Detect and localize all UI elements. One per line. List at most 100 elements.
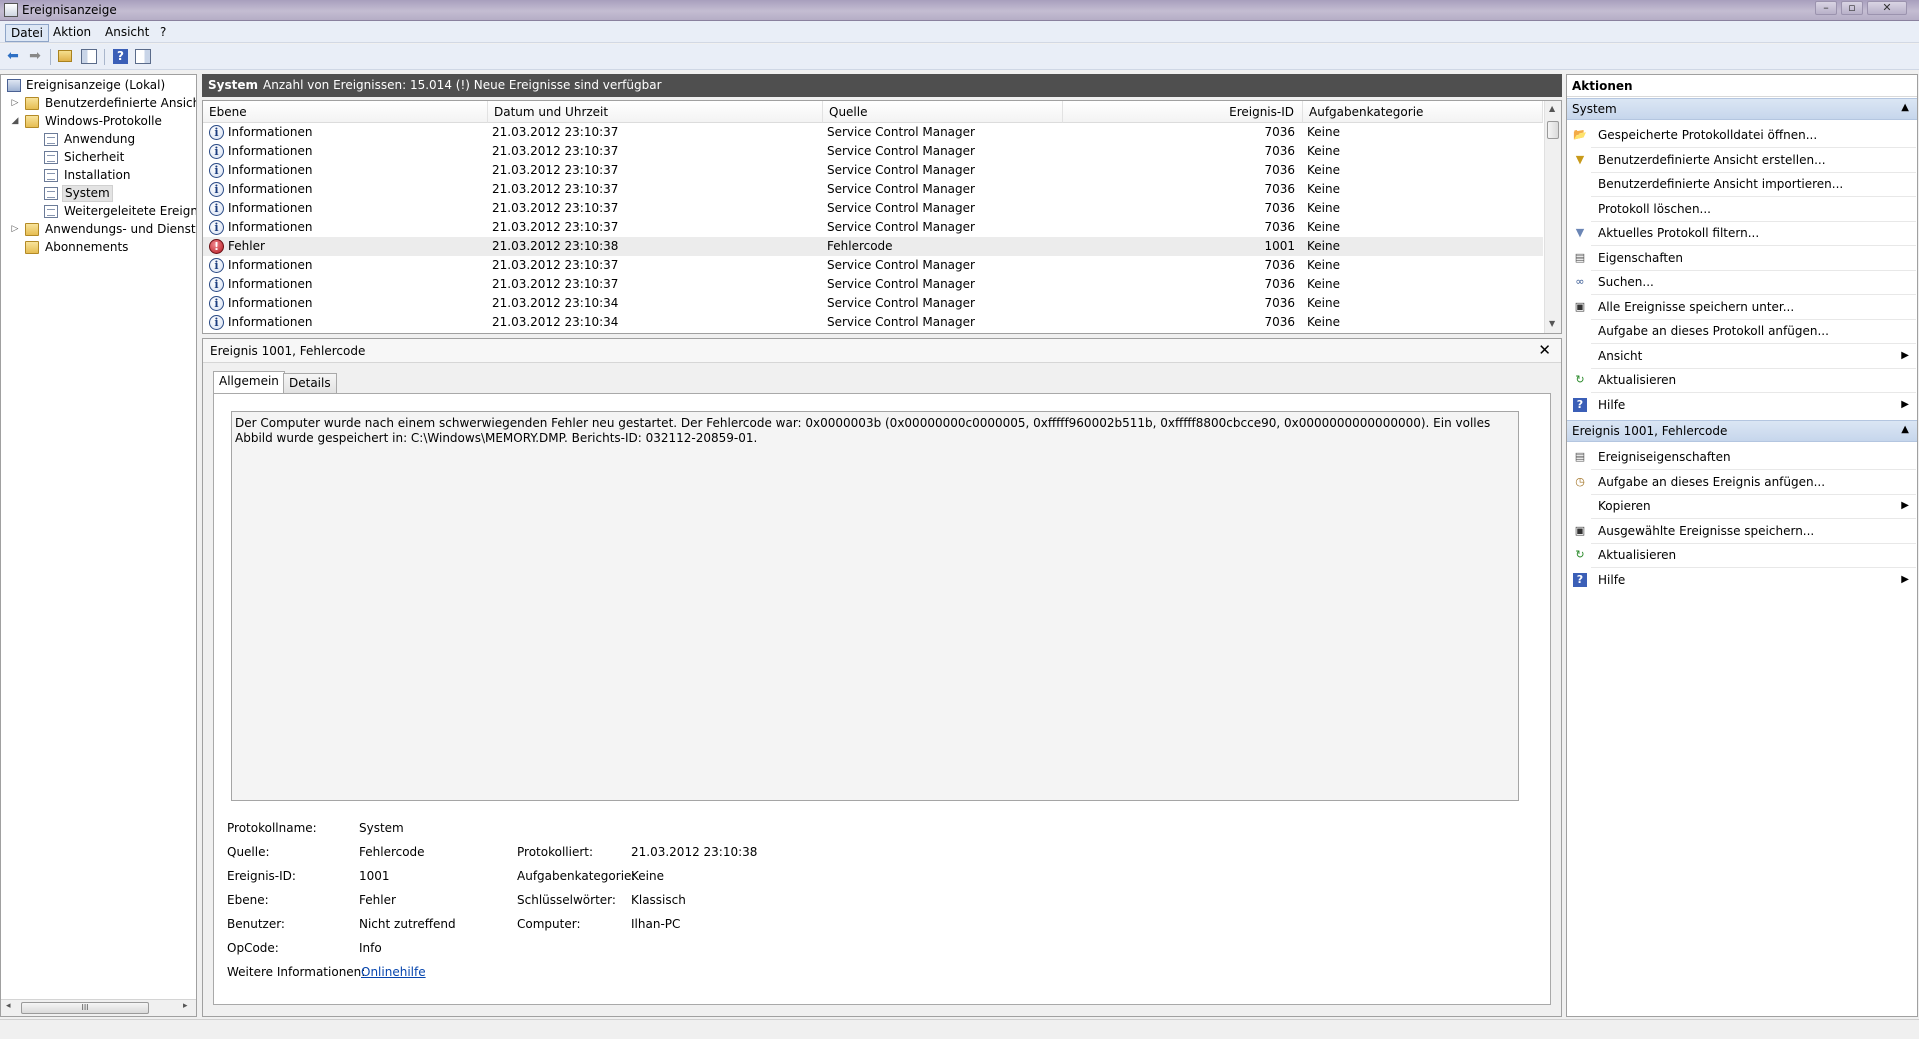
actions-header: Aktionen — [1567, 75, 1917, 97]
tree-log-installation[interactable]: Installation — [1, 167, 196, 184]
cell-level: Informationen — [228, 163, 313, 177]
action-item[interactable]: Aufgabe an dieses Protokoll anfügen... — [1567, 319, 1917, 343]
action-item[interactable]: ↻ Aktualisieren — [1567, 543, 1917, 567]
save-icon: ▣ — [1574, 299, 1586, 313]
col-header-datetime[interactable]: Datum und Uhrzeit — [488, 101, 823, 123]
menu-datei[interactable]: Datei — [5, 24, 50, 42]
table-row[interactable]: i Informationen 21.03.2012 23:10:37 Service… — [203, 275, 1543, 294]
tree-log-sicherheit[interactable]: Sicherheit — [1, 149, 196, 166]
show-hide-tree-icon[interactable] — [80, 48, 98, 66]
scroll-down-icon[interactable]: ▼ — [1549, 319, 1555, 328]
table-row[interactable]: ! Fehler 21.03.2012 23:10:38 Fehlercode 1001… — [203, 237, 1543, 256]
col-header-level[interactable]: Ebene — [203, 101, 488, 123]
menu-ansicht[interactable]: Ansicht — [100, 24, 154, 40]
action-item[interactable]: ▤ Ereigniseigenschaften — [1567, 445, 1917, 469]
collapse-up-icon[interactable]: ▲ — [1901, 102, 1909, 113]
tree-windows-logs[interactable]: ◢ Windows-Protokolle — [1, 113, 196, 130]
section-label: Ereignis 1001, Fehlercode — [1572, 424, 1728, 438]
action-item[interactable]: ▼ Benutzerdefinierte Ansicht erstellen... — [1567, 148, 1917, 172]
actions-section-system[interactable]: System ▲ — [1567, 98, 1917, 120]
submenu-arrow-icon: ▶ — [1901, 398, 1909, 410]
scroll-thumb[interactable] — [1547, 121, 1559, 139]
tree-custom-views[interactable]: ▷ Benutzerdefinierte Ansichten — [1, 95, 196, 112]
close-window-button[interactable]: ✕ — [1867, 1, 1907, 15]
table-row[interactable]: i Informationen 21.03.2012 23:10:34 Service… — [203, 313, 1543, 332]
tab-allgemein[interactable]: Allgemein — [213, 371, 285, 394]
tab-general-body: Der Computer wurde nach einem schwerwieg… — [213, 393, 1551, 1005]
cell-source: Service Control Manager — [827, 163, 975, 177]
cell-level: Informationen — [228, 144, 313, 158]
tab-details[interactable]: Details — [283, 373, 337, 393]
table-row[interactable]: i Informationen 21.03.2012 23:10:37 Service… — [203, 180, 1543, 199]
error-icon: ! — [209, 239, 224, 254]
action-item[interactable]: ▣ Alle Ereignisse speichern unter... — [1567, 295, 1917, 319]
action-item[interactable]: 📂 Gespeicherte Protokolldatei öffnen... — [1567, 123, 1917, 147]
table-row[interactable]: i Informationen 21.03.2012 23:10:37 Service… — [203, 218, 1543, 237]
col-header-task-category[interactable]: Aufgabenkategorie — [1303, 101, 1543, 123]
up-folder-icon[interactable] — [56, 48, 74, 66]
table-row[interactable]: i Informationen 21.03.2012 23:10:37 Service… — [203, 256, 1543, 275]
show-hide-actions-icon[interactable] — [134, 48, 152, 66]
cell-source: Service Control Manager — [827, 315, 975, 329]
expand-arrow-icon[interactable]: ▷ — [10, 221, 20, 238]
forward-arrow-icon[interactable]: ➡ — [26, 48, 44, 66]
cell-event-id: 7036 — [1264, 277, 1295, 291]
action-item[interactable]: ▤ Eigenschaften — [1567, 246, 1917, 270]
tree-horizontal-scrollbar[interactable]: ◂ III ▸ — [1, 999, 196, 1016]
event-description[interactable]: Der Computer wurde nach einem schwerwieg… — [231, 411, 1519, 801]
online-help-link[interactable]: Onlinehilfe — [361, 965, 426, 979]
scroll-thumb[interactable]: III — [21, 1002, 149, 1014]
action-item[interactable]: Protokoll löschen... — [1567, 197, 1917, 221]
maximize-button[interactable]: ▫ — [1841, 1, 1863, 15]
action-item[interactable]: ∞ Suchen... — [1567, 270, 1917, 294]
grid-vertical-scrollbar[interactable]: ▲ ▼ — [1544, 101, 1561, 333]
menu-help[interactable]: ? — [155, 24, 171, 40]
minimize-button[interactable]: – — [1815, 1, 1837, 15]
table-row[interactable]: i Informationen 21.03.2012 23:10:37 Service… — [203, 142, 1543, 161]
expand-arrow-icon[interactable]: ▷ — [10, 95, 20, 112]
log-icon — [44, 187, 58, 200]
action-item[interactable]: Ansicht ▶ — [1567, 344, 1917, 368]
actions-section-event[interactable]: Ereignis 1001, Fehlercode ▲ — [1567, 420, 1917, 442]
action-item[interactable]: ▣ Ausgewählte Ereignisse speichern... — [1567, 519, 1917, 543]
scroll-up-icon[interactable]: ▲ — [1549, 104, 1555, 113]
scroll-right-icon[interactable]: ▸ — [183, 1001, 188, 1011]
tree-log-system[interactable]: System — [1, 185, 196, 202]
action-item[interactable]: Kopieren ▶ — [1567, 494, 1917, 518]
col-header-event-id[interactable]: Ereignis-ID — [1063, 101, 1303, 123]
help-icon[interactable]: ? — [112, 48, 130, 66]
action-item-label: Eigenschaften — [1598, 250, 1684, 265]
table-row[interactable]: i Informationen 21.03.2012 23:10:37 Service… — [203, 161, 1543, 180]
scroll-grip: III — [81, 1003, 89, 1012]
action-item[interactable]: ↻ Aktualisieren — [1567, 368, 1917, 392]
col-header-source[interactable]: Quelle — [823, 101, 1063, 123]
back-arrow-icon[interactable]: ⬅ — [4, 48, 22, 66]
collapse-arrow-icon[interactable]: ◢ — [10, 113, 20, 130]
tree-app-services[interactable]: ▷ Anwendungs- und Dienstprotokolle — [1, 221, 196, 238]
cell-event-id: 7036 — [1264, 163, 1295, 177]
action-item[interactable]: ◷ Aufgabe an dieses Ereignis anfügen... — [1567, 470, 1917, 494]
close-icon[interactable]: ✕ — [1538, 341, 1551, 359]
action-item-label: Suchen... — [1598, 275, 1654, 289]
tree-subscriptions[interactable]: Abonnements — [1, 239, 196, 256]
action-item-label: Aufgabe an dieses Ereignis anfügen... — [1598, 474, 1826, 489]
menu-aktion[interactable]: Aktion — [48, 24, 96, 40]
scroll-left-icon[interactable]: ◂ — [6, 1001, 11, 1011]
action-item[interactable]: ? Hilfe ▶ — [1567, 568, 1917, 592]
action-item[interactable]: ? Hilfe ▶ — [1567, 393, 1917, 417]
cell-datetime: 21.03.2012 23:10:37 — [492, 258, 619, 272]
table-row[interactable]: i Informationen 21.03.2012 23:10:34 Service… — [203, 294, 1543, 313]
cell-event-id: 7036 — [1264, 182, 1295, 196]
table-row[interactable]: i Informationen 21.03.2012 23:10:37 Service… — [203, 123, 1543, 142]
prop-opcode-label: OpCode: — [227, 941, 279, 955]
action-item[interactable]: ▼ Aktuelles Protokoll filtern... — [1567, 221, 1917, 245]
info-icon: i — [209, 201, 224, 216]
action-item[interactable]: Benutzerdefinierte Ansicht importieren..… — [1567, 172, 1917, 196]
table-row[interactable]: i Informationen 21.03.2012 23:10:37 Service… — [203, 199, 1543, 218]
tree-log-anwendung[interactable]: Anwendung — [1, 131, 196, 148]
tree-log-forwarded[interactable]: Weitergeleitete Ereignisse — [1, 203, 196, 220]
cell-datetime: 21.03.2012 23:10:37 — [492, 277, 619, 291]
info-icon: i — [209, 125, 224, 140]
collapse-up-icon[interactable]: ▲ — [1901, 424, 1909, 435]
tree-root[interactable]: Ereignisanzeige (Lokal) — [1, 77, 196, 94]
